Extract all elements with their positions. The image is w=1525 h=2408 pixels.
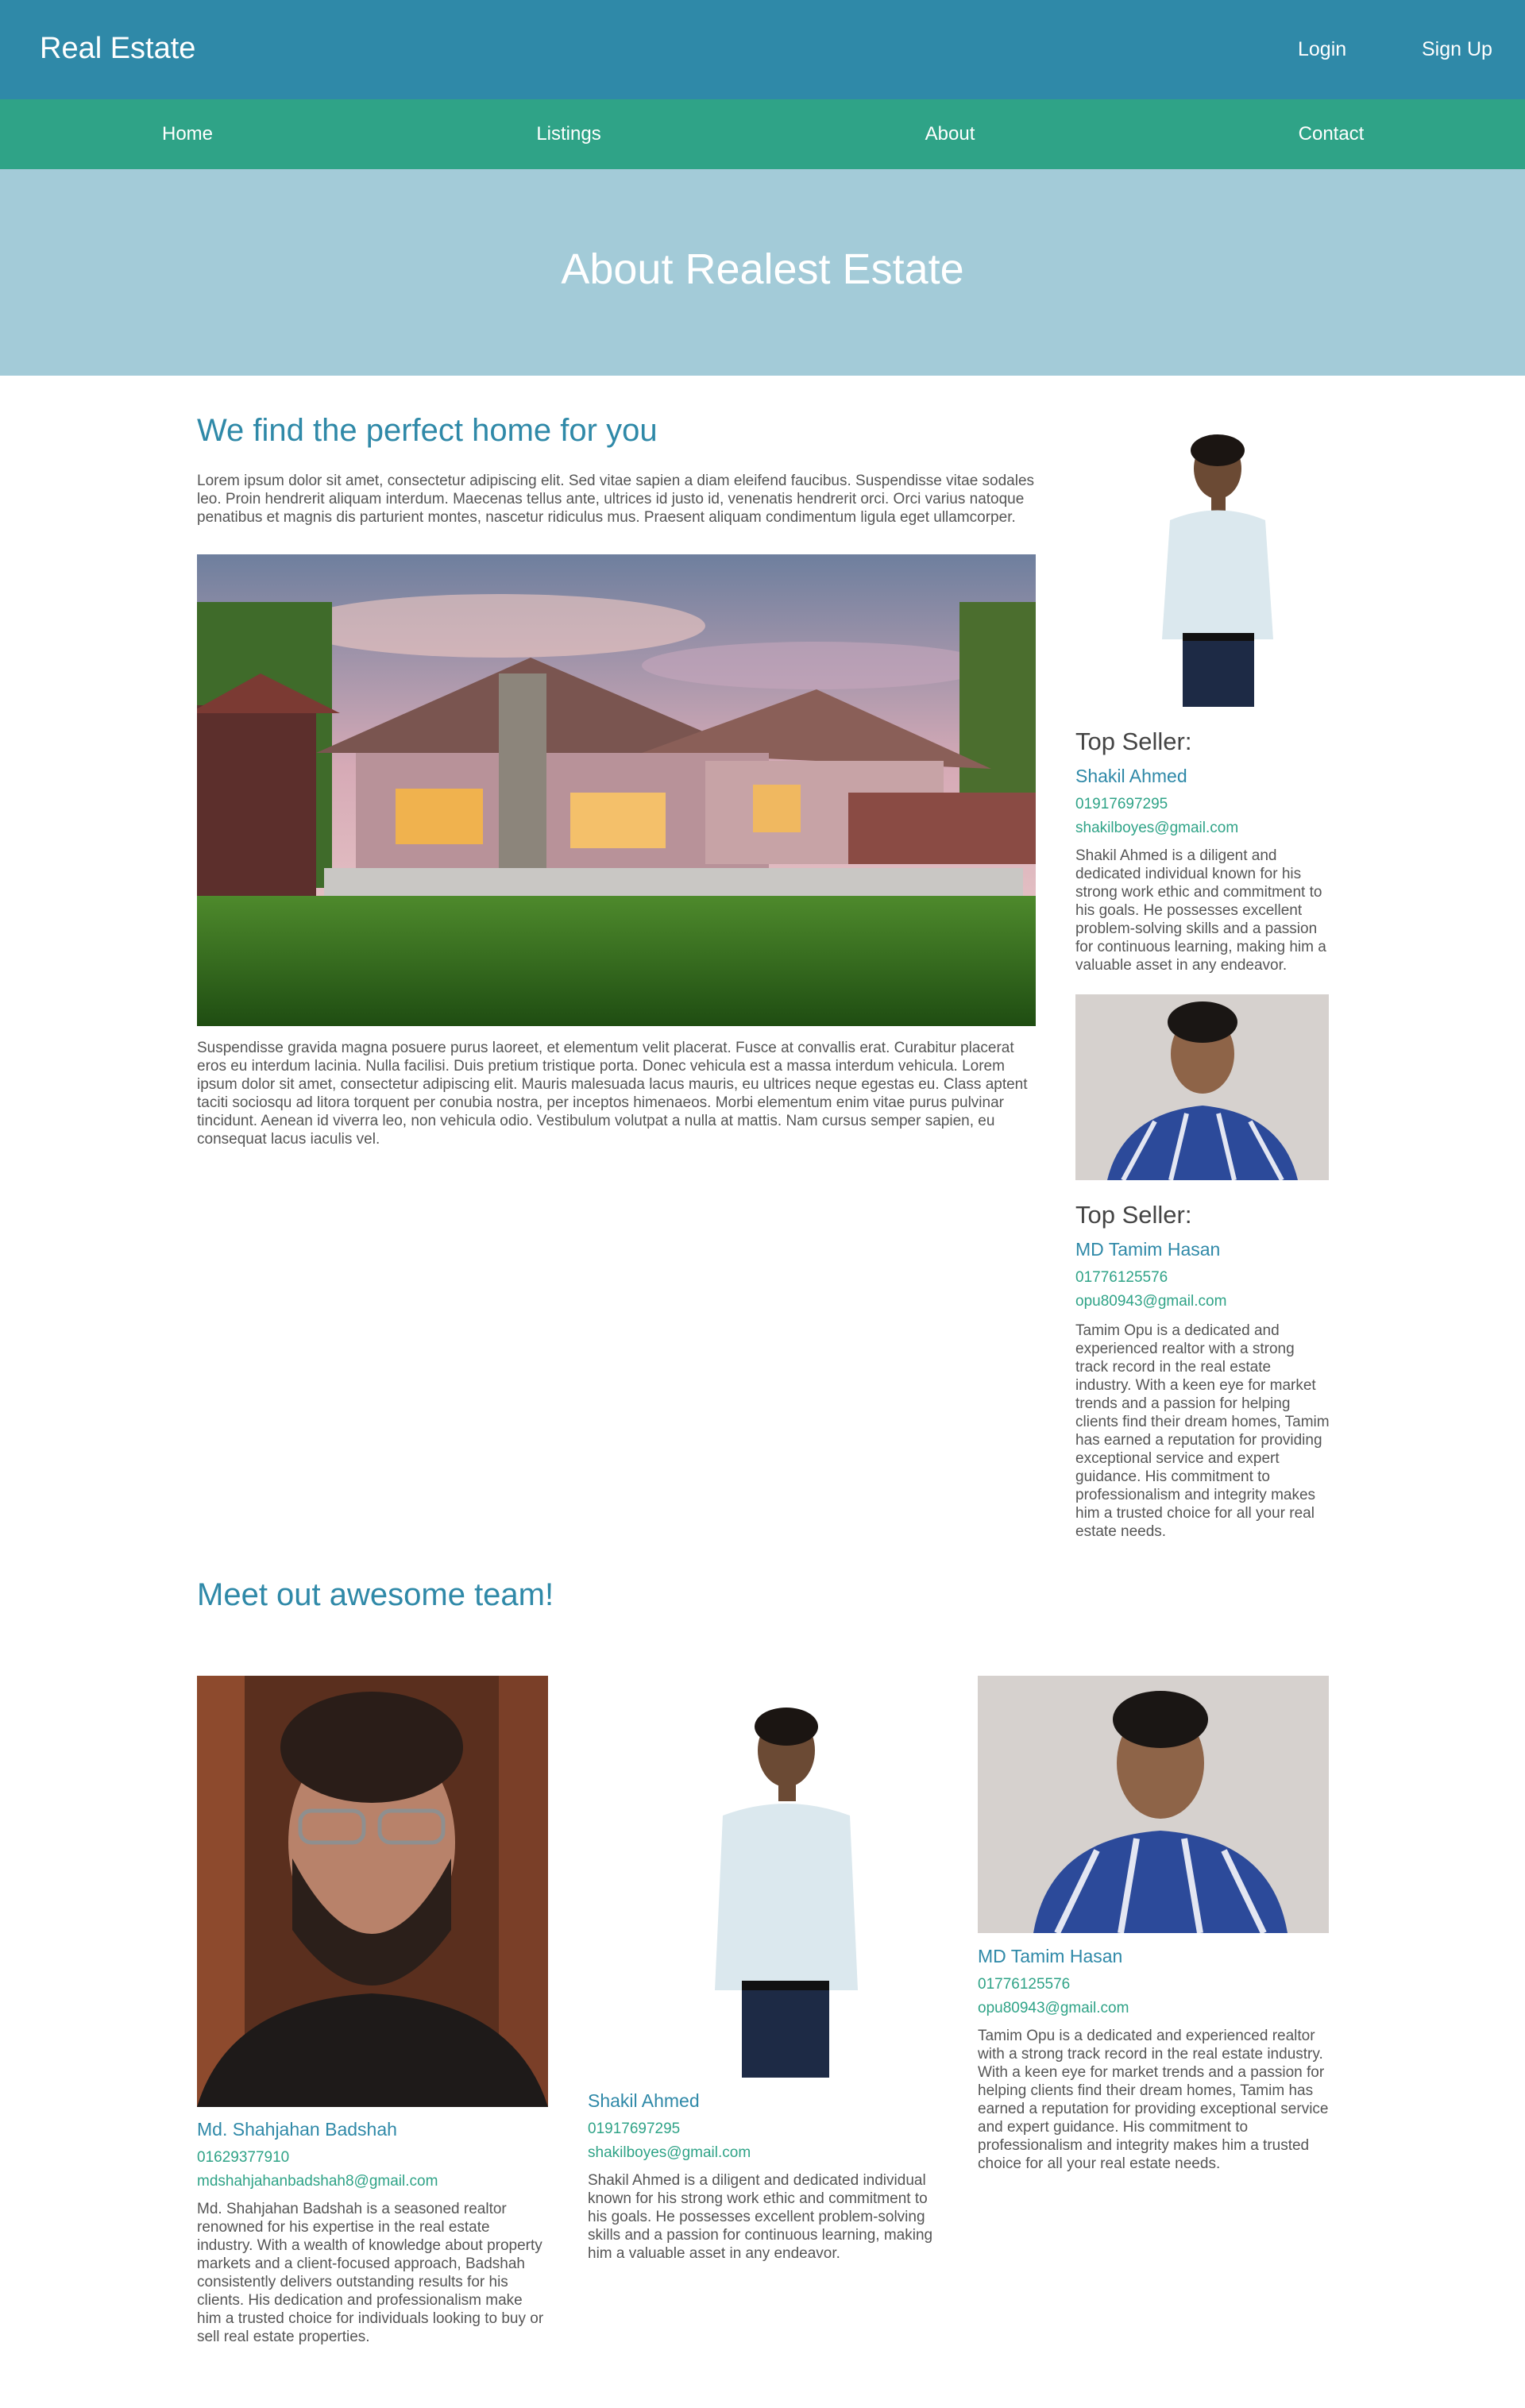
team-member-name: MD Tamim Hasan: [978, 1946, 1123, 1966]
team-member-phone: 01917697295: [588, 2121, 681, 2137]
hero-banner: About Realest Estate: [0, 169, 1525, 376]
team-member-email[interactable]: mdshahjahanbadshah8@gmail.com: [197, 2173, 438, 2190]
seller-name: MD Tamim Hasan: [1075, 1239, 1221, 1260]
seller-photo-shakil: [1154, 433, 1281, 707]
nav-about[interactable]: About: [831, 123, 1069, 145]
team-photo-shahjahan: [197, 1676, 548, 2107]
team-member-email[interactable]: shakilboyes@gmail.com: [588, 2144, 751, 2162]
team-member-description: Tamim Opu is a dedicated and experienced…: [978, 2028, 1329, 2172]
seller-photo-tamim: [1075, 994, 1329, 1180]
team-member-description: Md. Shahjahan Badshah is a seasoned real…: [197, 2201, 544, 2345]
login-link[interactable]: Login: [1298, 38, 1346, 61]
main-heading: We find the perfect home for you: [197, 413, 658, 448]
site-brand[interactable]: Real Estate: [40, 32, 195, 66]
body-paragraph: Suspendisse gravida magna posuere purus …: [197, 1040, 1028, 1148]
team-member-description: Shakil Ahmed is a diligent and dedicated…: [588, 2172, 933, 2262]
seller-heading: Top Seller:: [1075, 1201, 1192, 1229]
seller-email[interactable]: opu80943@gmail.com: [1075, 1293, 1226, 1310]
nav-contact[interactable]: Contact: [1212, 123, 1450, 145]
seller-phone: 01776125576: [1075, 1269, 1168, 1286]
seller-heading: Top Seller:: [1075, 727, 1192, 755]
seller-name: Shakil Ahmed: [1075, 766, 1187, 786]
team-member-phone: 01629377910: [197, 2149, 290, 2166]
seller-description: Shakil Ahmed is a diligent and dedicated…: [1075, 847, 1326, 974]
team-photo-shakil: [707, 1704, 866, 2078]
house-photo: [197, 554, 1036, 1026]
seller-phone: 01917697295: [1075, 796, 1168, 812]
main-nav: Home Listings About Contact: [0, 99, 1525, 169]
nav-home[interactable]: Home: [68, 123, 307, 145]
team-member-name: Md. Shahjahan Badshah: [197, 2119, 397, 2140]
seller-email[interactable]: shakilboyes@gmail.com: [1075, 820, 1238, 837]
top-header: Real Estate Login Sign Up: [0, 0, 1525, 99]
signup-link[interactable]: Sign Up: [1422, 38, 1492, 61]
team-member-email[interactable]: opu80943@gmail.com: [978, 2000, 1129, 2017]
hero-title: About Realest Estate: [561, 245, 964, 293]
intro-paragraph: Lorem ipsum dolor sit amet, consectetur …: [197, 473, 1035, 526]
team-heading: Meet out awesome team!: [197, 1577, 554, 1612]
team-photo-tamim: [978, 1676, 1329, 1933]
seller-description: Tamim Opu is a dedicated and experienced…: [1075, 1322, 1330, 1540]
team-member-phone: 01776125576: [978, 1976, 1071, 1993]
team-member-name: Shakil Ahmed: [588, 2090, 700, 2111]
nav-listings[interactable]: Listings: [450, 123, 688, 145]
